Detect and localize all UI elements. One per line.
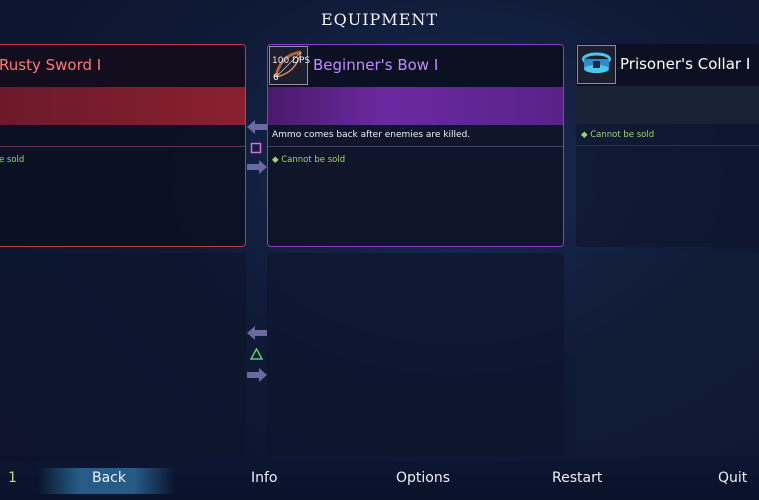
item-level: 6 (273, 73, 279, 83)
options-button[interactable]: Options (396, 470, 450, 486)
item-name: Rusty Sword I (0, 56, 102, 74)
swap-right-arrow-icon[interactable] (247, 367, 267, 386)
empty-slot-center[interactable] (267, 253, 564, 456)
quit-button[interactable]: Quit (718, 470, 747, 486)
triangle-button-icon[interactable] (249, 345, 264, 364)
swap-left-arrow-icon[interactable] (247, 325, 267, 344)
sell-note: Cannot be sold (281, 155, 346, 165)
item-description: Ammo comes back after enemies are killed… (272, 130, 471, 140)
swap-right-arrow-icon[interactable] (247, 159, 267, 178)
stat-band (268, 87, 563, 125)
item-card-prisoners-collar[interactable]: Prisoner's Collar I ◆ Cannot be sold (576, 44, 759, 247)
stat-band (0, 87, 245, 125)
screen-title: EQUIPMENT (320, 10, 439, 29)
square-button-icon[interactable] (250, 139, 262, 158)
bullet-icon: ◆ (581, 130, 588, 140)
info-button[interactable]: Info (251, 470, 278, 486)
item-name: Beginner's Bow I (313, 56, 439, 74)
stat-band (576, 86, 759, 124)
swap-left-arrow-icon[interactable] (247, 119, 267, 138)
item-card-rusty-sword[interactable]: Rusty Sword I e sold (0, 44, 246, 247)
collar-icon (577, 45, 616, 84)
player-index: 1 (8, 470, 17, 486)
item-name: Prisoner's Collar I (620, 55, 751, 73)
dps-stat: 100 DPS (272, 56, 311, 66)
sell-note: e sold (0, 155, 25, 165)
empty-slot-right[interactable] (576, 253, 759, 456)
sell-note: Cannot be sold (590, 130, 655, 140)
item-card-beginners-bow[interactable]: 6 Beginner's Bow I 100 DPS Ammo comes ba… (267, 44, 564, 247)
bullet-icon: ◆ (272, 155, 279, 165)
empty-slot-left[interactable] (0, 253, 246, 456)
back-button[interactable]: Back (92, 470, 126, 486)
restart-button[interactable]: Restart (552, 470, 602, 486)
